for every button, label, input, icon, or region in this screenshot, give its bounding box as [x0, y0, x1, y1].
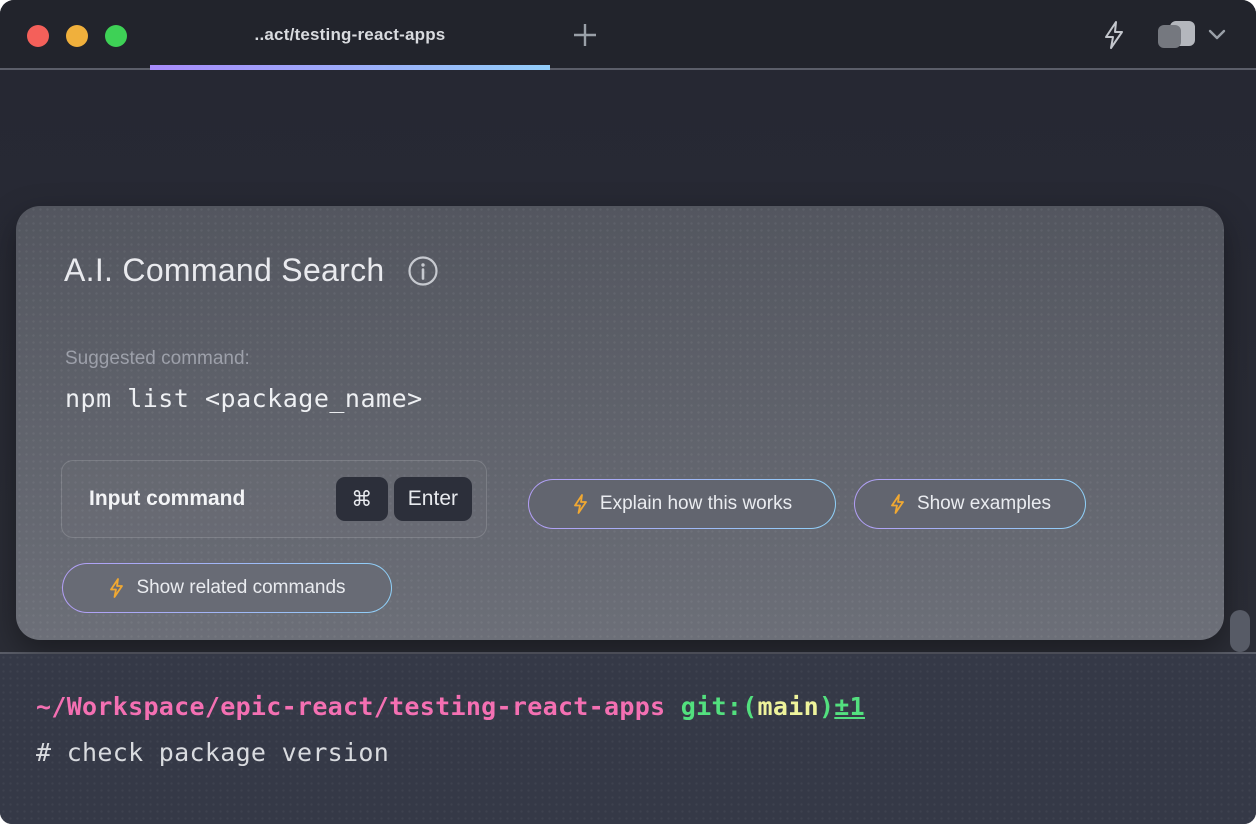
show-related-commands-button[interactable]: Show related commands — [62, 563, 392, 613]
tab-title: ..act/testing-react-apps — [255, 25, 446, 45]
input-command-label: Input command — [89, 487, 336, 511]
scrollbar-thumb[interactable] — [1230, 610, 1250, 652]
git-branch: main — [758, 692, 819, 721]
terminal-output: ~/Workspace/epic-react/testing-react-app… — [0, 654, 1256, 824]
suggested-command-label: Suggested command: — [65, 348, 250, 370]
prompt-separator — [665, 692, 680, 721]
ai-lightning-button[interactable] — [1100, 20, 1128, 50]
lightning-icon — [1100, 20, 1128, 50]
pill-label: Explain how this works — [600, 493, 792, 515]
traffic-lights — [27, 25, 127, 47]
close-button[interactable] — [27, 25, 49, 47]
info-icon — [407, 255, 439, 287]
titlebar-actions — [1100, 0, 1226, 70]
new-tab-button[interactable] — [568, 18, 602, 52]
git-suffix: ) — [819, 692, 834, 721]
ai-command-search-panel: A.I. Command Search Suggested command: n… — [16, 206, 1224, 640]
git-dirty-indicator: ±1 — [834, 692, 865, 721]
cmd-keycap: ⌘ — [336, 477, 388, 521]
shell-prompt: ~/Workspace/epic-react/testing-react-app… — [36, 692, 1256, 721]
chevron-down-icon — [1208, 29, 1226, 41]
tab-active[interactable]: ..act/testing-react-apps — [150, 0, 550, 70]
title-bar: ..act/testing-react-apps — [0, 0, 1256, 70]
lightning-icon — [108, 578, 125, 598]
terminal-window: ..act/testing-react-apps — [0, 0, 1256, 824]
prompt-path: ~/Workspace/epic-react/testing-react-app… — [36, 692, 665, 721]
main-area: A.I. Command Search Suggested command: n… — [0, 70, 1256, 652]
minimize-button[interactable] — [66, 25, 88, 47]
shortcut-keys: ⌘ Enter — [336, 477, 472, 521]
suggested-command-text: npm list <package_name> — [65, 384, 423, 413]
window-layout-button[interactable] — [1154, 18, 1226, 52]
panel-title: A.I. Command Search — [64, 252, 385, 289]
zoom-button[interactable] — [105, 25, 127, 47]
input-command-button[interactable]: Input command ⌘ Enter — [61, 460, 487, 538]
lightning-icon — [889, 494, 906, 514]
plus-icon — [570, 20, 600, 50]
pill-label: Show examples — [917, 493, 1051, 515]
terminal-command: # check package version — [36, 738, 1256, 767]
show-examples-button[interactable]: Show examples — [854, 479, 1086, 529]
enter-keycap: Enter — [394, 477, 472, 521]
lightning-icon — [572, 494, 589, 514]
explain-how-this-works-button[interactable]: Explain how this works — [528, 479, 836, 529]
pill-label: Show related commands — [136, 577, 345, 599]
panes-icon — [1154, 18, 1200, 52]
git-prefix: git:( — [681, 692, 758, 721]
info-button[interactable] — [407, 255, 439, 287]
